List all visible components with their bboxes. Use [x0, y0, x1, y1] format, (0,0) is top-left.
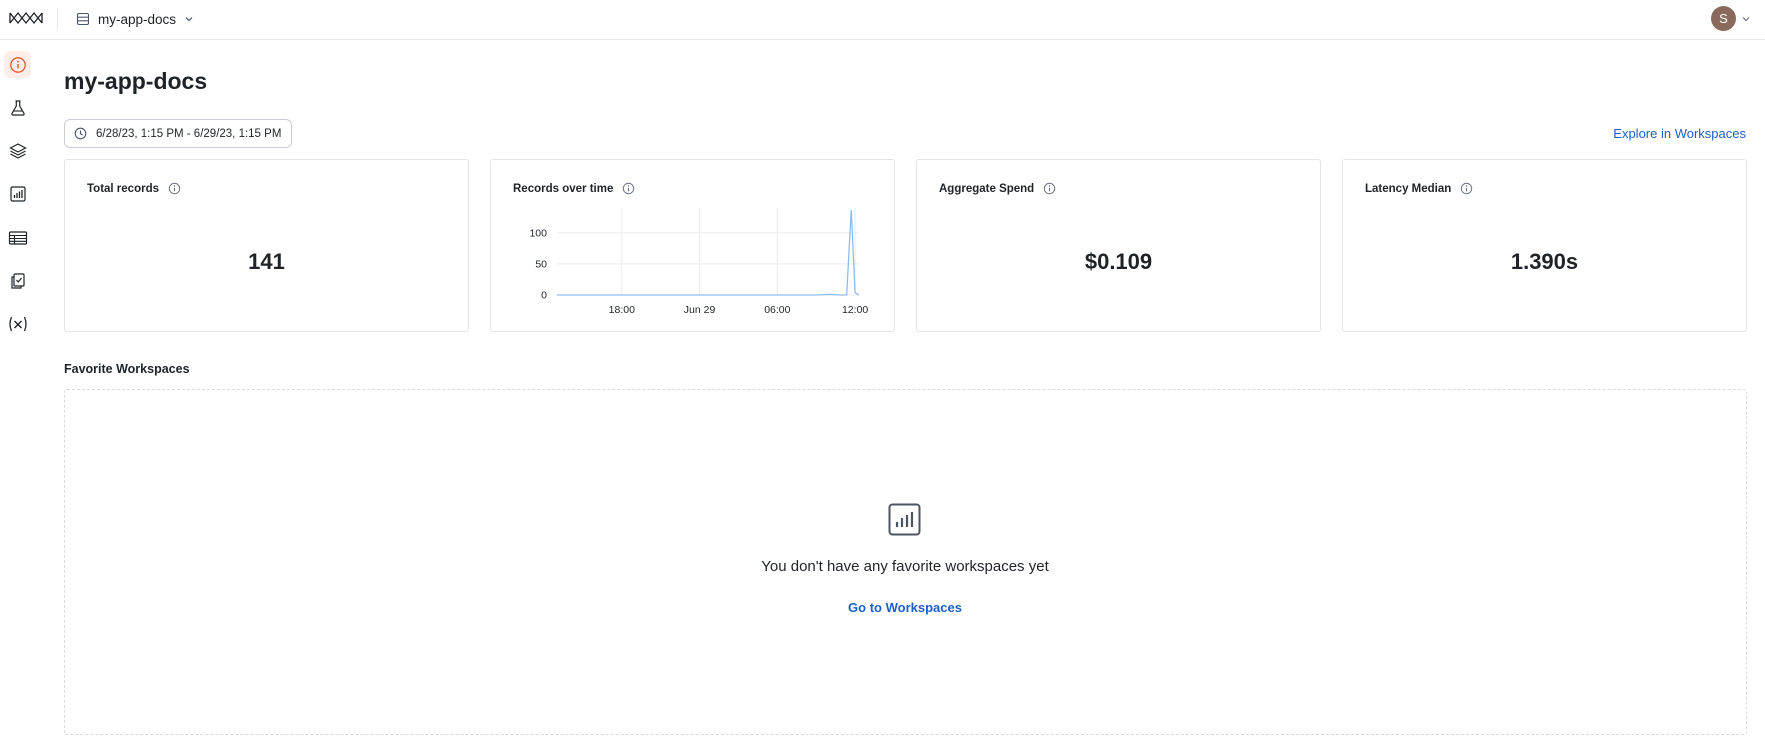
- flask-icon: [10, 99, 25, 116]
- table-icon: [8, 230, 27, 245]
- card-header: Total records: [87, 182, 181, 195]
- records-over-time-card: Records over time 0 50 100 18:00 Jun 29 06:00…: [490, 159, 895, 332]
- topbar-divider: [57, 8, 58, 30]
- aggregate-spend-card: Aggregate Spend $0.109: [916, 159, 1321, 332]
- sidebar: [0, 40, 35, 743]
- info-icon[interactable]: [168, 182, 181, 195]
- x-tick-label: 12:00: [842, 304, 868, 316]
- sidebar-item-overview[interactable]: [4, 51, 31, 78]
- chevron-down-icon: [185, 17, 193, 22]
- sidebar-item-analytics[interactable]: [4, 180, 31, 207]
- total-records-card: Total records 141: [64, 159, 469, 332]
- records-over-time-chart: 0 50 100 18:00 Jun 29 06:00 12:00: [529, 208, 868, 316]
- card-title: Aggregate Spend: [939, 182, 1035, 195]
- empty-state-message: You don't have any favorite workspaces y…: [761, 558, 1049, 575]
- date-range-picker[interactable]: 6/28/23, 1:15 PM - 6/29/23, 1:15 PM: [64, 119, 293, 148]
- variable-icon: [8, 316, 27, 331]
- y-tick-label: 50: [535, 258, 547, 270]
- sidebar-item-layers[interactable]: [4, 137, 31, 164]
- bar-chart-icon: [9, 185, 26, 202]
- info-icon[interactable]: [1460, 182, 1473, 195]
- clipboard-icon: [10, 272, 25, 289]
- favorite-workspaces-title: Favorite Workspaces: [64, 362, 190, 376]
- latency-median-value: 1.390s: [1510, 249, 1579, 274]
- page-title: my-app-docs: [64, 68, 208, 94]
- clock-icon: [74, 127, 87, 140]
- layers-icon: [8, 142, 27, 159]
- explore-in-workspaces-link[interactable]: Explore in Workspaces: [1613, 126, 1746, 141]
- aggregate-spend-value: $0.109: [1084, 249, 1153, 274]
- project-switcher[interactable]: my-app-docs: [76, 8, 194, 30]
- info-icon[interactable]: [1043, 182, 1056, 195]
- card-header: Latency Median: [1365, 182, 1473, 195]
- project-name: my-app-docs: [98, 11, 177, 27]
- top-bar: my-app-docs S: [0, 0, 1765, 40]
- sidebar-item-experiments[interactable]: [4, 94, 31, 121]
- x-tick-label: Jun 29: [684, 304, 716, 316]
- y-tick-label: 0: [541, 290, 547, 302]
- bar-chart-icon: [888, 503, 921, 536]
- total-records-value: 141: [248, 249, 285, 274]
- sidebar-item-variables[interactable]: [4, 310, 31, 337]
- logo-icon[interactable]: [9, 11, 44, 25]
- info-icon: [9, 56, 26, 73]
- go-to-workspaces-link[interactable]: Go to Workspaces: [0, 600, 1765, 615]
- avatar: S: [1711, 6, 1736, 31]
- user-menu[interactable]: S: [1711, 6, 1751, 31]
- sidebar-item-evaluations[interactable]: [4, 267, 31, 294]
- database-icon: [76, 12, 90, 26]
- card-header: Aggregate Spend: [939, 182, 1056, 195]
- date-range-label: 6/28/23, 1:15 PM - 6/29/23, 1:15 PM: [96, 127, 282, 140]
- card-title: Total records: [87, 182, 159, 195]
- go-to-workspaces-label: Go to Workspaces: [848, 600, 962, 615]
- card-title: Latency Median: [1365, 182, 1452, 195]
- y-tick-label: 100: [529, 227, 547, 239]
- latency-median-card: Latency Median 1.390s: [1342, 159, 1747, 332]
- chevron-down-icon: [1742, 16, 1750, 21]
- sidebar-item-datasets[interactable]: [4, 224, 31, 251]
- x-tick-label: 06:00: [764, 304, 790, 316]
- series-line: [557, 209, 860, 296]
- x-tick-label: 18:00: [609, 304, 635, 316]
